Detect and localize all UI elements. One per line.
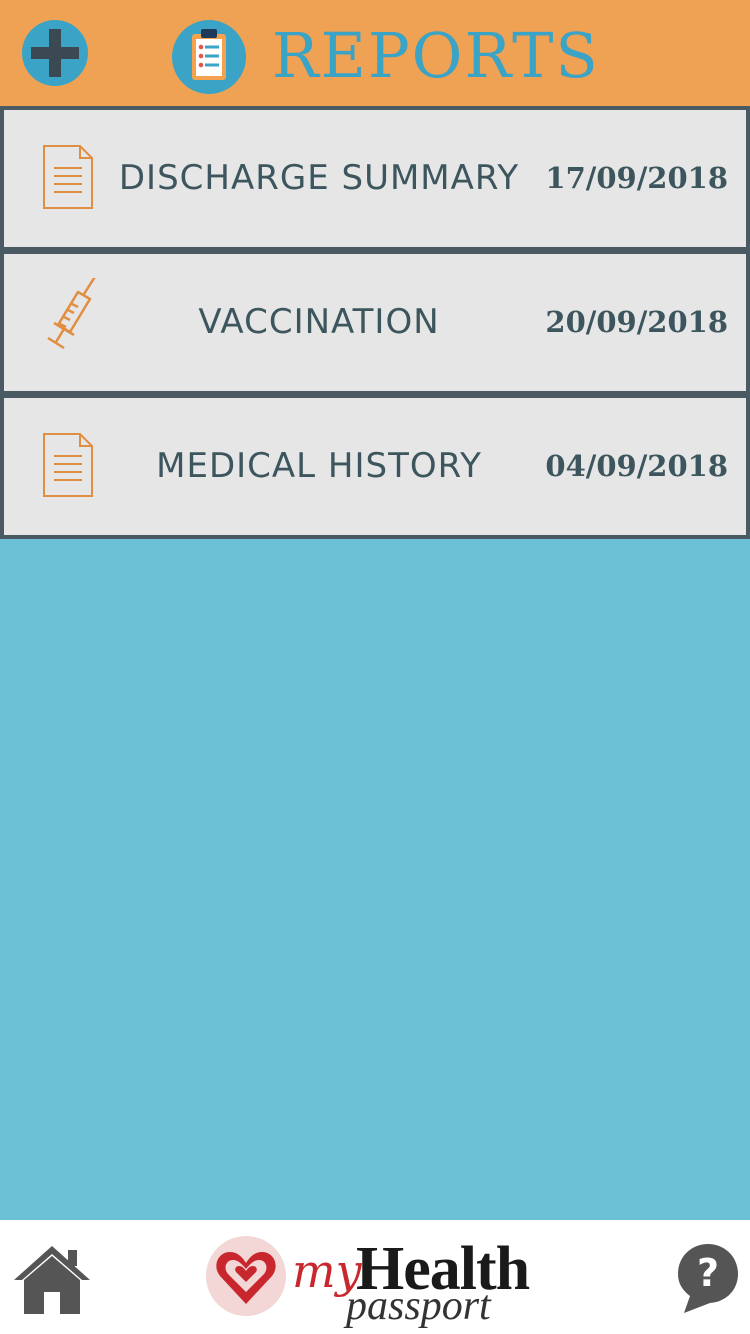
clipboard-icon xyxy=(172,20,246,94)
heart-logo-icon xyxy=(206,1236,286,1316)
report-date: 20/09/2018 xyxy=(545,305,728,339)
logo-text-passport: passport xyxy=(346,1283,491,1329)
report-date: 17/09/2018 xyxy=(545,161,728,195)
add-report-button[interactable] xyxy=(22,20,88,86)
plus-icon xyxy=(31,29,79,77)
report-row-discharge-summary[interactable]: DISCHARGE SUMMARY 17/09/2018 xyxy=(0,106,750,251)
help-bubble-icon: ? xyxy=(678,1244,738,1313)
report-title: VACCINATION xyxy=(198,302,440,342)
bottom-bar: my Health passport ? xyxy=(0,1220,750,1334)
document-icon xyxy=(43,145,93,209)
report-title: DISCHARGE SUMMARY xyxy=(118,158,520,198)
top-bar: REPORTS xyxy=(0,0,750,106)
report-date: 04/09/2018 xyxy=(545,449,728,483)
report-title: MEDICAL HISTORY xyxy=(156,446,482,486)
app-logo: my Health passport xyxy=(204,1232,564,1329)
report-row-medical-history[interactable]: MEDICAL HISTORY 04/09/2018 xyxy=(0,394,750,539)
syringe-icon xyxy=(47,278,96,350)
reports-list: DISCHARGE SUMMARY 17/09/2018 VACCINATION… xyxy=(0,106,750,539)
page-title: REPORTS xyxy=(272,19,600,92)
help-button[interactable]: ? xyxy=(676,1242,740,1314)
home-button[interactable] xyxy=(10,1242,94,1318)
home-icon xyxy=(14,1246,90,1314)
svg-text:?: ? xyxy=(697,1251,719,1295)
document-icon xyxy=(43,433,93,497)
report-row-vaccination[interactable]: VACCINATION 20/09/2018 xyxy=(0,250,750,395)
